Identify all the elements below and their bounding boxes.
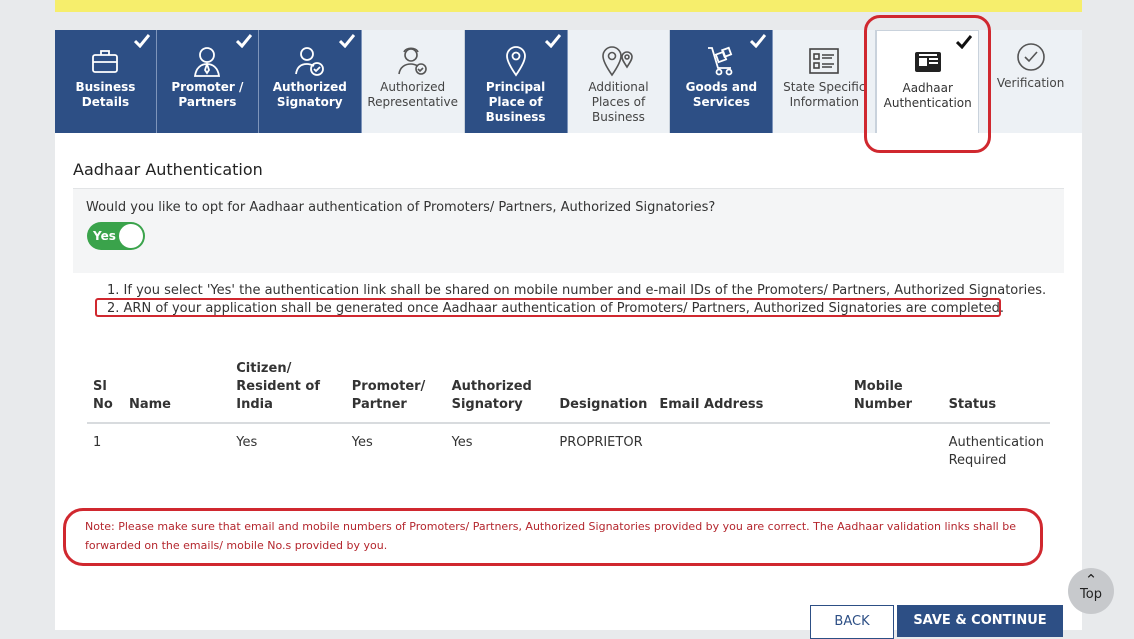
chevron-up-icon: ⌃ (1084, 571, 1098, 589)
col-designation: Designation (553, 360, 654, 424)
tab-business-details[interactable]: Business Details (55, 30, 157, 133)
notice-band (55, 0, 1082, 12)
check-circle-icon (1016, 40, 1046, 74)
scroll-top-button[interactable]: ⌃ Top (1068, 568, 1114, 614)
cart-icon (706, 44, 736, 78)
top-label: Top (1080, 587, 1102, 602)
person-icon (193, 44, 221, 78)
table-row: 1 Yes Yes Yes PROPRIETOR Authentication R… (87, 423, 1050, 476)
cell-authorized: Yes (451, 435, 473, 450)
briefcase-icon (91, 44, 119, 78)
cell-sl: 1 (93, 435, 102, 450)
col-sl: Sl No (87, 360, 123, 424)
col-status: Status (942, 360, 1050, 424)
tab-label: Verification (996, 76, 1065, 90)
tab-label: Additional Places of Business (588, 80, 649, 124)
cell-designation: PROPRIETOR (559, 435, 643, 450)
highlight-annotation (864, 15, 991, 153)
aadhaar-optin-panel: Would you like to opt for Aadhaar authen… (73, 188, 1064, 273)
highlight-annotation (63, 508, 1043, 566)
col-name: Name (122, 360, 231, 424)
cell-status: Authentication Required (948, 435, 1044, 468)
optin-question: Would you like to opt for Aadhaar authen… (86, 200, 716, 215)
cell-citizen: Yes (236, 435, 258, 450)
representative-icon (397, 44, 429, 78)
highlight-annotation (95, 298, 1001, 317)
signatory-icon (294, 44, 325, 78)
tab-label: State Specific Information (783, 80, 866, 109)
info-card-icon (809, 44, 840, 78)
tab-verification[interactable]: Verification (979, 30, 1083, 133)
col-mobile: Mobile Number (847, 360, 943, 424)
col-email: Email Address (653, 360, 848, 424)
tab-promoter-partners[interactable]: Promoter / Partners (156, 30, 259, 133)
multi-location-icon (600, 44, 636, 78)
tab-goods-services[interactable]: Goods and Services (670, 30, 774, 133)
checkmark-icon (544, 34, 561, 48)
tab-label: Authorized Representative (367, 80, 459, 109)
tab-label: Promoter / Partners (171, 80, 244, 109)
col-promoter: Promoter/Partner (345, 360, 446, 424)
page-title: Aadhaar Authentication (73, 160, 263, 179)
tab-authorized-representative[interactable]: Authorized Representative (361, 30, 465, 133)
location-pin-icon (504, 44, 528, 78)
back-button[interactable]: BACK (810, 605, 894, 639)
tab-additional-places[interactable]: Additional Places of Business (567, 30, 671, 133)
aadhaar-optin-toggle[interactable]: Yes (87, 222, 145, 250)
checkmark-icon (750, 34, 767, 48)
tab-label: Principal Place of Business (485, 80, 546, 124)
col-citizen: Citizen/Resident of India (230, 360, 346, 424)
tab-label: Goods and Services (685, 80, 758, 109)
cell-promoter: Yes (351, 435, 373, 450)
toggle-label: Yes (93, 229, 116, 243)
tab-principal-place[interactable]: Principal Place of Business (464, 30, 568, 133)
toggle-knob (119, 224, 143, 248)
checkmark-icon (133, 34, 150, 48)
tab-label: Business Details (75, 80, 136, 109)
table-header-row: Sl No Name Citizen/Resident of India Promo… (87, 360, 1050, 424)
cell-mobile (848, 423, 943, 476)
save-continue-button[interactable]: SAVE & CONTINUE (897, 605, 1063, 637)
col-authorized: Authorized Signatory (445, 360, 554, 424)
checkmark-icon (338, 34, 355, 48)
cell-email (653, 423, 847, 476)
cell-name (123, 423, 230, 476)
tab-state-specific[interactable]: State Specific Information (773, 30, 877, 133)
tab-label: Authorized Signatory (272, 80, 347, 109)
tab-authorized-signatory[interactable]: Authorized Signatory (258, 30, 362, 133)
signatory-table: Sl No Name Citizen/Resident of India Promo… (87, 360, 1050, 476)
checkmark-icon (235, 34, 252, 48)
